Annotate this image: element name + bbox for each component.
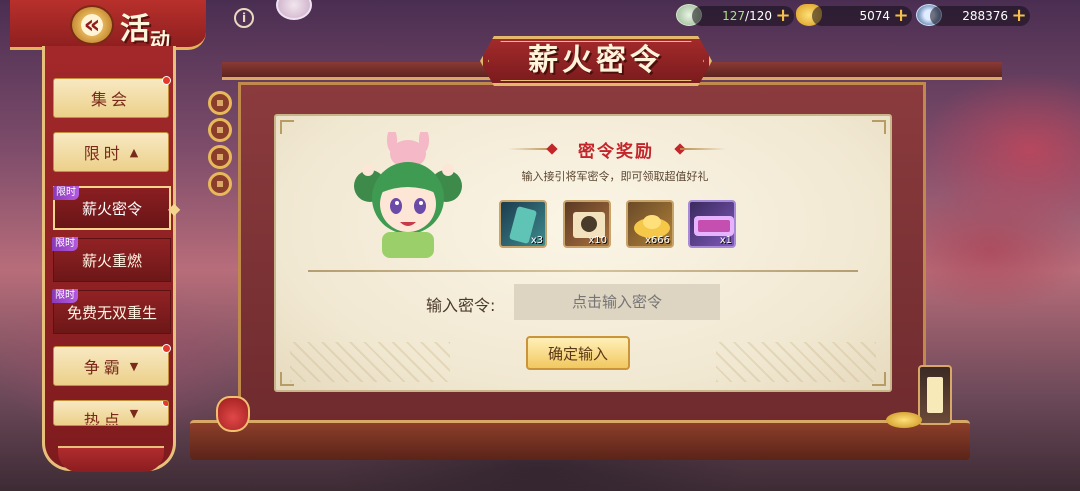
page-title-main: 活 (120, 12, 150, 47)
lucky-pouch-icon[interactable] (216, 396, 250, 432)
sidebar: 集会 限时 ▲ 限时 薪火密令 限时 薪火重燃 限时 免费无双重生 争霸 ▼ 热… (42, 46, 176, 471)
reward-item-event-ticket[interactable]: x1 (688, 200, 736, 248)
coin-icon (208, 145, 232, 169)
stamina-counter: 127/120 + (692, 6, 794, 26)
add-gold-button[interactable]: + (892, 7, 910, 25)
chevron-up-icon: ▲ (129, 145, 139, 159)
stamina-current: 127 (722, 9, 746, 23)
limited-tag: 限时 (53, 186, 79, 200)
sidebar-item-hotspot[interactable]: 热点 ▼ (53, 400, 169, 426)
coin-icon (208, 118, 232, 142)
reward-count: x3 (530, 235, 543, 246)
limited-tag: 限时 (52, 237, 78, 251)
sidebar-item-hegemony[interactable]: 争霸 ▼ (53, 344, 171, 386)
back-button[interactable]: « (70, 5, 114, 45)
active-item-caret-icon: ◆ (168, 199, 181, 218)
reward-count: x666 (644, 235, 670, 246)
sidebar-item-gathering[interactable]: 集会 (53, 76, 171, 118)
panel-divider (308, 270, 858, 272)
gold-counter: 5074 + (812, 6, 912, 26)
frame-bottom-plank (190, 420, 970, 460)
page-title: 活动 (120, 4, 170, 52)
confirm-button[interactable]: 确定输入 (526, 336, 630, 370)
reward-count: x1 (719, 235, 732, 246)
coin-icon (208, 172, 232, 196)
info-icon[interactable]: i (234, 8, 254, 28)
reward-title: 密令奖励 (578, 142, 654, 162)
coin-icon (208, 91, 232, 115)
sidebar-item-free-rebirth[interactable]: 限时 免费无双重生 (52, 289, 171, 334)
add-coin-button[interactable]: + (1010, 7, 1028, 25)
panel-title: 薪火密令 (528, 43, 664, 78)
sidebar-item-xinhuo-chongran[interactable]: 限时 薪火重燃 (52, 237, 171, 282)
code-input[interactable] (514, 284, 720, 320)
pattern-decoration (716, 342, 876, 382)
sidebar-item-limited[interactable]: 限时 ▲ (53, 132, 169, 172)
sidebar-item-label: 免费无双重生 (66, 303, 157, 322)
back-arrow-icon: « (83, 10, 101, 40)
sidebar-item-label: 薪火重燃 (81, 251, 142, 270)
sidebar-item-label: 争霸 (83, 358, 124, 377)
title-divider (680, 148, 726, 150)
sidebar-bottom-ornament (58, 446, 164, 472)
corner-ornament (280, 120, 294, 134)
sidebar-item-label: 热点 (83, 411, 124, 426)
stamina-max: /120 (745, 9, 772, 23)
confirm-button-label: 确定输入 (547, 344, 608, 363)
reward-item-jade-token[interactable]: x3 (499, 200, 547, 248)
notification-dot (162, 344, 171, 353)
info-glyph: i (241, 11, 247, 25)
reward-subtitle: 输入接引将军密令，即可领取超值好礼 (521, 170, 709, 183)
sidebar-item-label: 限时 (83, 144, 124, 163)
limited-tag: 限时 (52, 289, 78, 303)
sidebar-item-label: 薪火密令 (81, 199, 142, 218)
chevron-down-icon: ▼ (129, 407, 139, 420)
coin-string-decoration (205, 88, 235, 228)
mascot-character-image (354, 132, 462, 258)
coin-value: 288376 (962, 9, 1008, 23)
gold-value: 5074 (859, 9, 890, 23)
notification-dot (162, 401, 168, 407)
coin-counter: 288376 + (930, 6, 1030, 26)
lantern-icon (918, 365, 952, 425)
gold-pile-icon (886, 412, 922, 428)
notification-dot (162, 76, 171, 85)
reward-item-general-scroll[interactable]: x10 (563, 200, 611, 248)
corner-ornament (872, 120, 886, 134)
pattern-decoration (290, 342, 450, 382)
reward-item-gold-ingot[interactable]: x666 (626, 200, 674, 248)
sidebar-item-label: 集会 (90, 90, 131, 109)
code-input-label: 输入密令: (426, 296, 496, 315)
sidebar-item-xinhuo-miling[interactable]: 限时 薪火密令 (53, 186, 171, 230)
chevron-down-icon: ▼ (129, 359, 139, 373)
add-stamina-button[interactable]: + (774, 7, 792, 25)
reward-count: x10 (588, 235, 607, 246)
